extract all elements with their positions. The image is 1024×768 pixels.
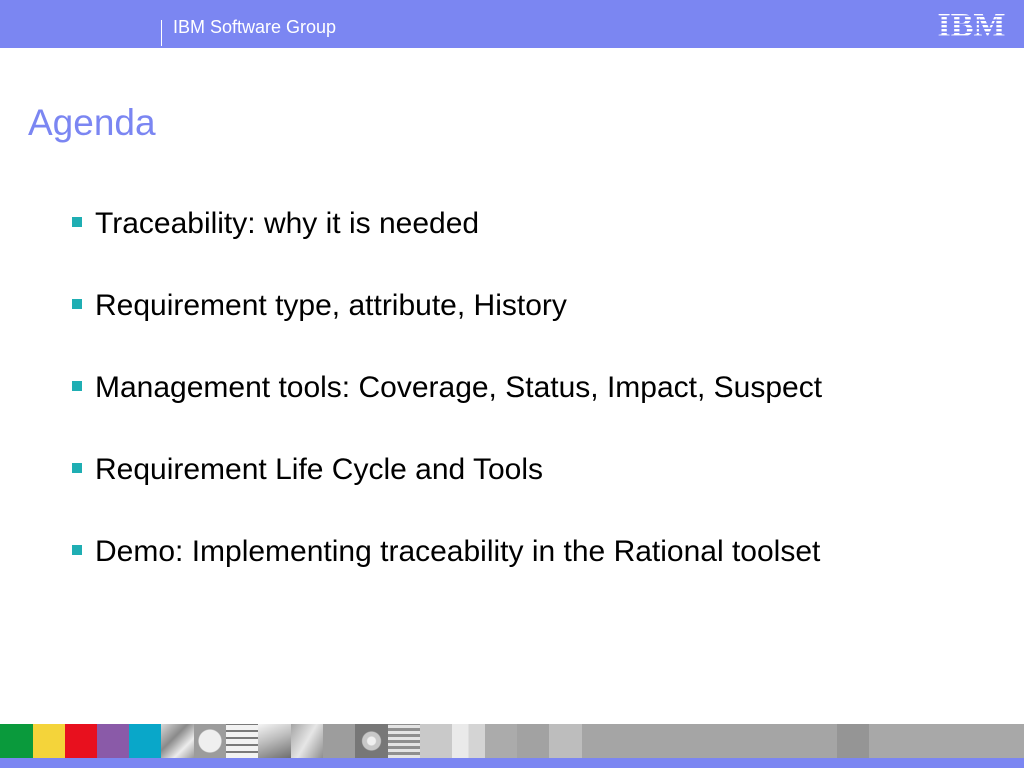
footer-photo-tile: [323, 724, 355, 758]
footer-color-block: [33, 724, 65, 758]
ibm-logo: IBM: [938, 9, 1006, 40]
footer-photo-tile: [837, 724, 869, 758]
footer-photo-tile: [869, 724, 1024, 758]
square-bullet-icon: [72, 463, 82, 473]
footer-photo-tile: [420, 724, 452, 758]
list-item-text: Requirement Life Cycle and Tools: [95, 453, 544, 486]
list-item-text: Management tools: Coverage, Status, Impa…: [95, 371, 823, 404]
list-item-text: Requirement type, attribute, History: [95, 289, 567, 322]
footer-photo-tile: [485, 724, 517, 758]
footer-photo-tile: [291, 724, 323, 758]
footer-color-block: [129, 724, 161, 758]
ibm-logo-text: IBM: [938, 9, 1006, 40]
footer-image-strip: [0, 724, 1024, 758]
header-divider: [161, 20, 162, 46]
list-item-text: Demo: Implementing traceability in the R…: [95, 535, 821, 568]
header-bar: IBM Software Group IBM: [0, 0, 1024, 48]
header-group-label: IBM Software Group: [173, 17, 337, 37]
list-item-text: Traceability: why it is needed: [95, 207, 480, 240]
footer-photo-tile: [194, 724, 226, 758]
footer-photo-tile: [452, 724, 485, 758]
footer-color-block: [65, 724, 97, 758]
square-bullet-icon: [72, 299, 82, 309]
footer-photo-tile: [517, 724, 549, 758]
footer-photo-tile: [258, 724, 291, 758]
footer-line: [0, 758, 1024, 768]
square-bullet-icon: [72, 381, 82, 391]
footer-photo-tile: [161, 724, 194, 758]
footer-photo-tile: [355, 724, 388, 758]
footer-color-block: [97, 724, 129, 758]
footer-photo-tile: [388, 724, 420, 758]
page-title: Agenda: [28, 102, 156, 143]
footer-photo-tile: [549, 724, 582, 758]
square-bullet-icon: [72, 545, 82, 555]
footer-photo-tile: [582, 724, 837, 758]
footer-color-block: [0, 724, 33, 758]
square-bullet-icon: [72, 217, 82, 227]
footer-photo-tile: [226, 724, 258, 758]
